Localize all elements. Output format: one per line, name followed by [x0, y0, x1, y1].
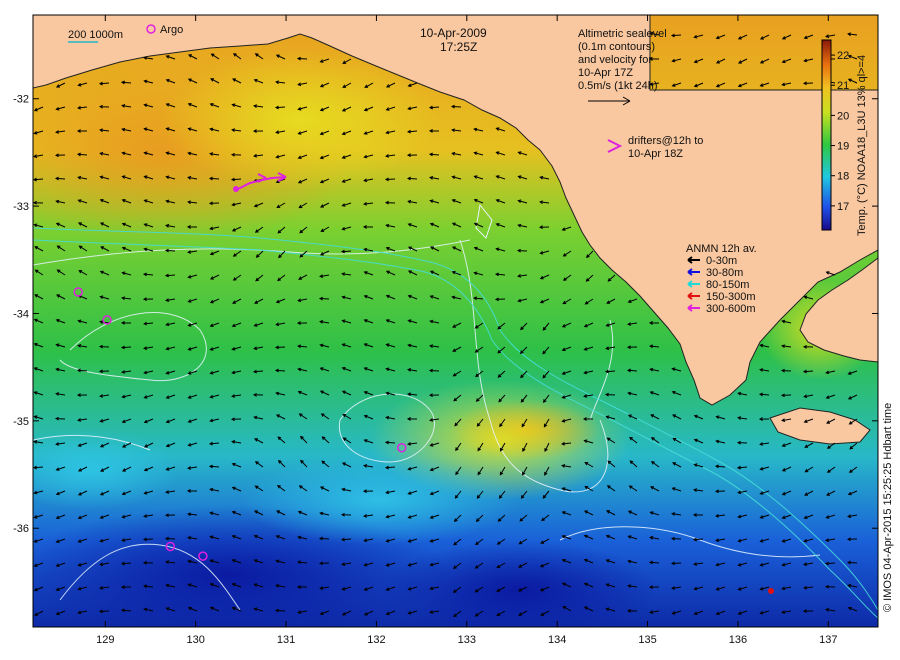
lon-tick-label: 135: [638, 634, 656, 646]
colorbar-tick-label: 20: [837, 110, 849, 122]
anmn-legend-label: 300-600m: [706, 303, 756, 315]
title-date: 10-Apr-2009: [420, 26, 487, 40]
lon-tick-label: 134: [548, 634, 566, 646]
anmn-legend-label: 30-80m: [706, 267, 743, 279]
lat-tick-label: -32: [13, 94, 29, 106]
colorbar-tick-label: 22: [837, 50, 849, 62]
altimetry-note-line: 0.5m/s (1kt 24h): [578, 80, 657, 92]
lon-tick-label: 137: [819, 634, 837, 646]
lon-tick-label: 131: [277, 634, 295, 646]
altimetry-note-line: and velocity for: [578, 54, 652, 66]
lat-tick-label: -34: [13, 308, 29, 320]
colorbar-scale: [821, 39, 832, 231]
altimetry-note-line: (0.1m contours): [578, 41, 655, 53]
credit-text: © IMOS 04-Apr-2015 15:25:25 Hdbart time: [882, 403, 894, 612]
argo-legend-label: Argo: [160, 24, 183, 36]
anmn-legend-label: 0-30m: [706, 255, 737, 267]
sst-map-figure: 129 130 131 132 133 134 135 136 137 -32 -33 -34 -35…: [0, 14, 894, 646]
lon-tick-label: 132: [367, 634, 385, 646]
mooring-marker: [768, 588, 774, 594]
cyan-water-patch: [240, 455, 520, 545]
lon-tick-label: 136: [729, 634, 747, 646]
anmn-legend-label: 80-150m: [706, 279, 749, 291]
colorbar-tick-label: 17: [837, 201, 849, 213]
lon-tick-label: 133: [458, 634, 476, 646]
colorbar-label: Temp. (°C) NOAA18_L3U 13% ql>=4: [856, 55, 868, 236]
lat-tick-label: -36: [13, 523, 29, 535]
drifters-note-line: drifters@12h to: [628, 135, 703, 147]
colorbar-tick-label: 18: [837, 171, 849, 183]
drifters-note-line: 10-Apr 18Z: [628, 148, 683, 160]
lat-tick-label: -33: [13, 201, 29, 213]
title-time: 17:25Z: [440, 40, 477, 54]
lat-tick-label: -35: [13, 416, 29, 428]
lon-tick-label: 129: [96, 634, 114, 646]
scale-bar-legend: 200 1000m: [68, 29, 123, 43]
anmn-legend-title: ANMN 12h av.: [686, 243, 757, 255]
anmn-legend-label: 150-300m: [706, 291, 756, 303]
lon-tick-label: 130: [186, 634, 204, 646]
map-plot-area[interactable]: [0, 15, 880, 645]
colorbar-tick-label: 19: [837, 141, 849, 153]
scale-bar-label: 200 1000m: [68, 29, 123, 41]
altimetry-note-line: Altimetric sealevel: [578, 28, 667, 40]
colorbar-tick-label: 21: [837, 80, 849, 92]
cyan-water-patch: [33, 430, 180, 510]
altimetry-note-line: 10-Apr 17Z: [578, 67, 633, 79]
